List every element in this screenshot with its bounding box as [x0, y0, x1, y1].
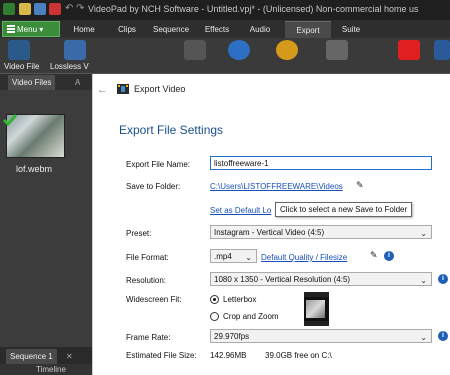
tab-sequence-1[interactable]: Sequence 1 [6, 349, 57, 364]
tab-video-files[interactable]: Video Files [8, 75, 56, 90]
free-space-value: 39.0GB free on C:\ [265, 351, 332, 360]
widescreen-preview [304, 292, 329, 326]
resolution-info-icon[interactable]: i [438, 274, 448, 284]
tab-clips[interactable]: Clips [110, 21, 144, 38]
tab-audio-files[interactable]: A [75, 75, 80, 90]
video-file-label[interactable]: Video File [4, 62, 39, 71]
export-misc-icon[interactable] [326, 40, 348, 60]
close-sequence-icon[interactable]: ✕ [66, 349, 73, 364]
dialog-title: Export Video [134, 84, 186, 94]
export-video-icon [117, 84, 129, 94]
resolution-label: Resolution: [126, 276, 167, 285]
letterbox-label[interactable]: Letterbox [223, 295, 256, 304]
crop-zoom-radio[interactable] [210, 312, 219, 321]
chevron-down-icon: ⌄ [420, 333, 427, 342]
save-folder-tooltip: Click to select a new Save to Folder [275, 202, 413, 217]
lossless-video-label[interactable]: Lossless V [50, 62, 89, 71]
timeline-header: Timeline [0, 364, 92, 375]
edit-quality-pencil-icon[interactable]: ✎ [370, 250, 378, 261]
tab-home[interactable]: Home [66, 21, 102, 38]
file-format-info-icon[interactable]: i [384, 251, 394, 261]
portable-icon[interactable] [184, 40, 206, 60]
preview-image [306, 300, 325, 318]
tab-audio[interactable]: Audio [243, 21, 277, 38]
back-arrow-icon[interactable]: ← [97, 84, 108, 96]
chevron-down-icon: ⌄ [420, 229, 427, 238]
app-icon [3, 3, 15, 15]
tab-suite[interactable]: Suite [336, 21, 366, 38]
redo-icon[interactable]: ↷ [76, 3, 84, 15]
timeline-label: Timeline [36, 365, 66, 374]
preset-select[interactable]: Instagram - Vertical Video (4:5) ⌄ [210, 225, 432, 239]
frame-rate-info-icon[interactable]: i [438, 331, 448, 341]
media-bin-tabs: Video Files A [0, 74, 92, 90]
section-title: Export File Settings [119, 123, 224, 137]
media-bin-panel: Video Files A lof.webm [0, 74, 92, 375]
file-format-select[interactable]: .mp4 ⌄ [210, 249, 257, 263]
estimated-size-value: 142.96MB [210, 351, 247, 360]
save-icon[interactable] [34, 3, 46, 15]
checkmark-icon [2, 114, 18, 127]
widescreen-fit-label: Widescreen Fit: [126, 295, 182, 304]
frame-rate-label: Frame Rate: [126, 333, 171, 342]
video-file-icon[interactable] [8, 40, 30, 60]
dialog-header: ← Export Video [93, 74, 450, 106]
save-folder-path-link[interactable]: C:\Users\LISTOFFREEWARE\Videos [210, 182, 343, 191]
window-title: VideoPad by NCH Software - Untitled.vpj*… [88, 4, 419, 14]
youtube-icon[interactable] [398, 40, 420, 60]
menu-button[interactable]: Menu ▾ [2, 21, 60, 37]
tab-sequence[interactable]: Sequence [148, 21, 194, 38]
ribbon-tab-bar: Menu ▾ Home Clips Sequence Effects Audio… [0, 20, 450, 38]
export-file-name-label: Export File Name: [126, 160, 191, 169]
preset-label: Preset: [126, 229, 152, 238]
dvd-icon[interactable] [276, 40, 298, 60]
title-bar: ↶ ↷ VideoPad by NCH Software - Untitled.… [0, 0, 450, 20]
tab-export[interactable]: Export [285, 21, 331, 38]
quality-filesize-link[interactable]: Default Quality / Filesize [261, 253, 347, 262]
file-format-label: File Format: [126, 253, 169, 262]
open-icon[interactable] [19, 3, 31, 15]
ribbon-toolbar: Video File Lossless V [0, 38, 450, 74]
undo-icon[interactable]: ↶ [65, 3, 73, 15]
estimated-size-label: Estimated File Size: [126, 351, 197, 360]
tab-effects[interactable]: Effects [198, 21, 236, 38]
export-dialog: ← Export Video Export File Settings Expo… [92, 74, 450, 375]
hamburger-icon [7, 25, 15, 33]
export-file-name-input[interactable]: listoffreeware-1 [210, 156, 432, 170]
edit-folder-pencil-icon[interactable]: ✎ [356, 180, 364, 191]
chevron-down-icon: ⌄ [245, 253, 252, 262]
save-to-folder-label: Save to Folder: [126, 182, 181, 191]
lossless-video-icon[interactable] [64, 40, 86, 60]
frame-rate-select[interactable]: 29.970fps ⌄ [210, 329, 432, 343]
resolution-select[interactable]: 1080 x 1350 - Vertical Resolution (4:5) ⌄ [210, 272, 432, 286]
chevron-down-icon: ⌄ [420, 276, 427, 285]
online-upload-icon[interactable] [228, 40, 250, 60]
crop-zoom-label[interactable]: Crop and Zoom [223, 312, 279, 321]
export-quick-icon[interactable] [49, 3, 61, 15]
clip-name[interactable]: lof.webm [16, 164, 52, 174]
sequence-tab-bar: Sequence 1 ✕ [0, 347, 92, 364]
share-icon[interactable] [434, 40, 450, 60]
set-default-location-link[interactable]: Set as Default Lo [210, 206, 271, 215]
letterbox-radio[interactable] [210, 295, 219, 304]
